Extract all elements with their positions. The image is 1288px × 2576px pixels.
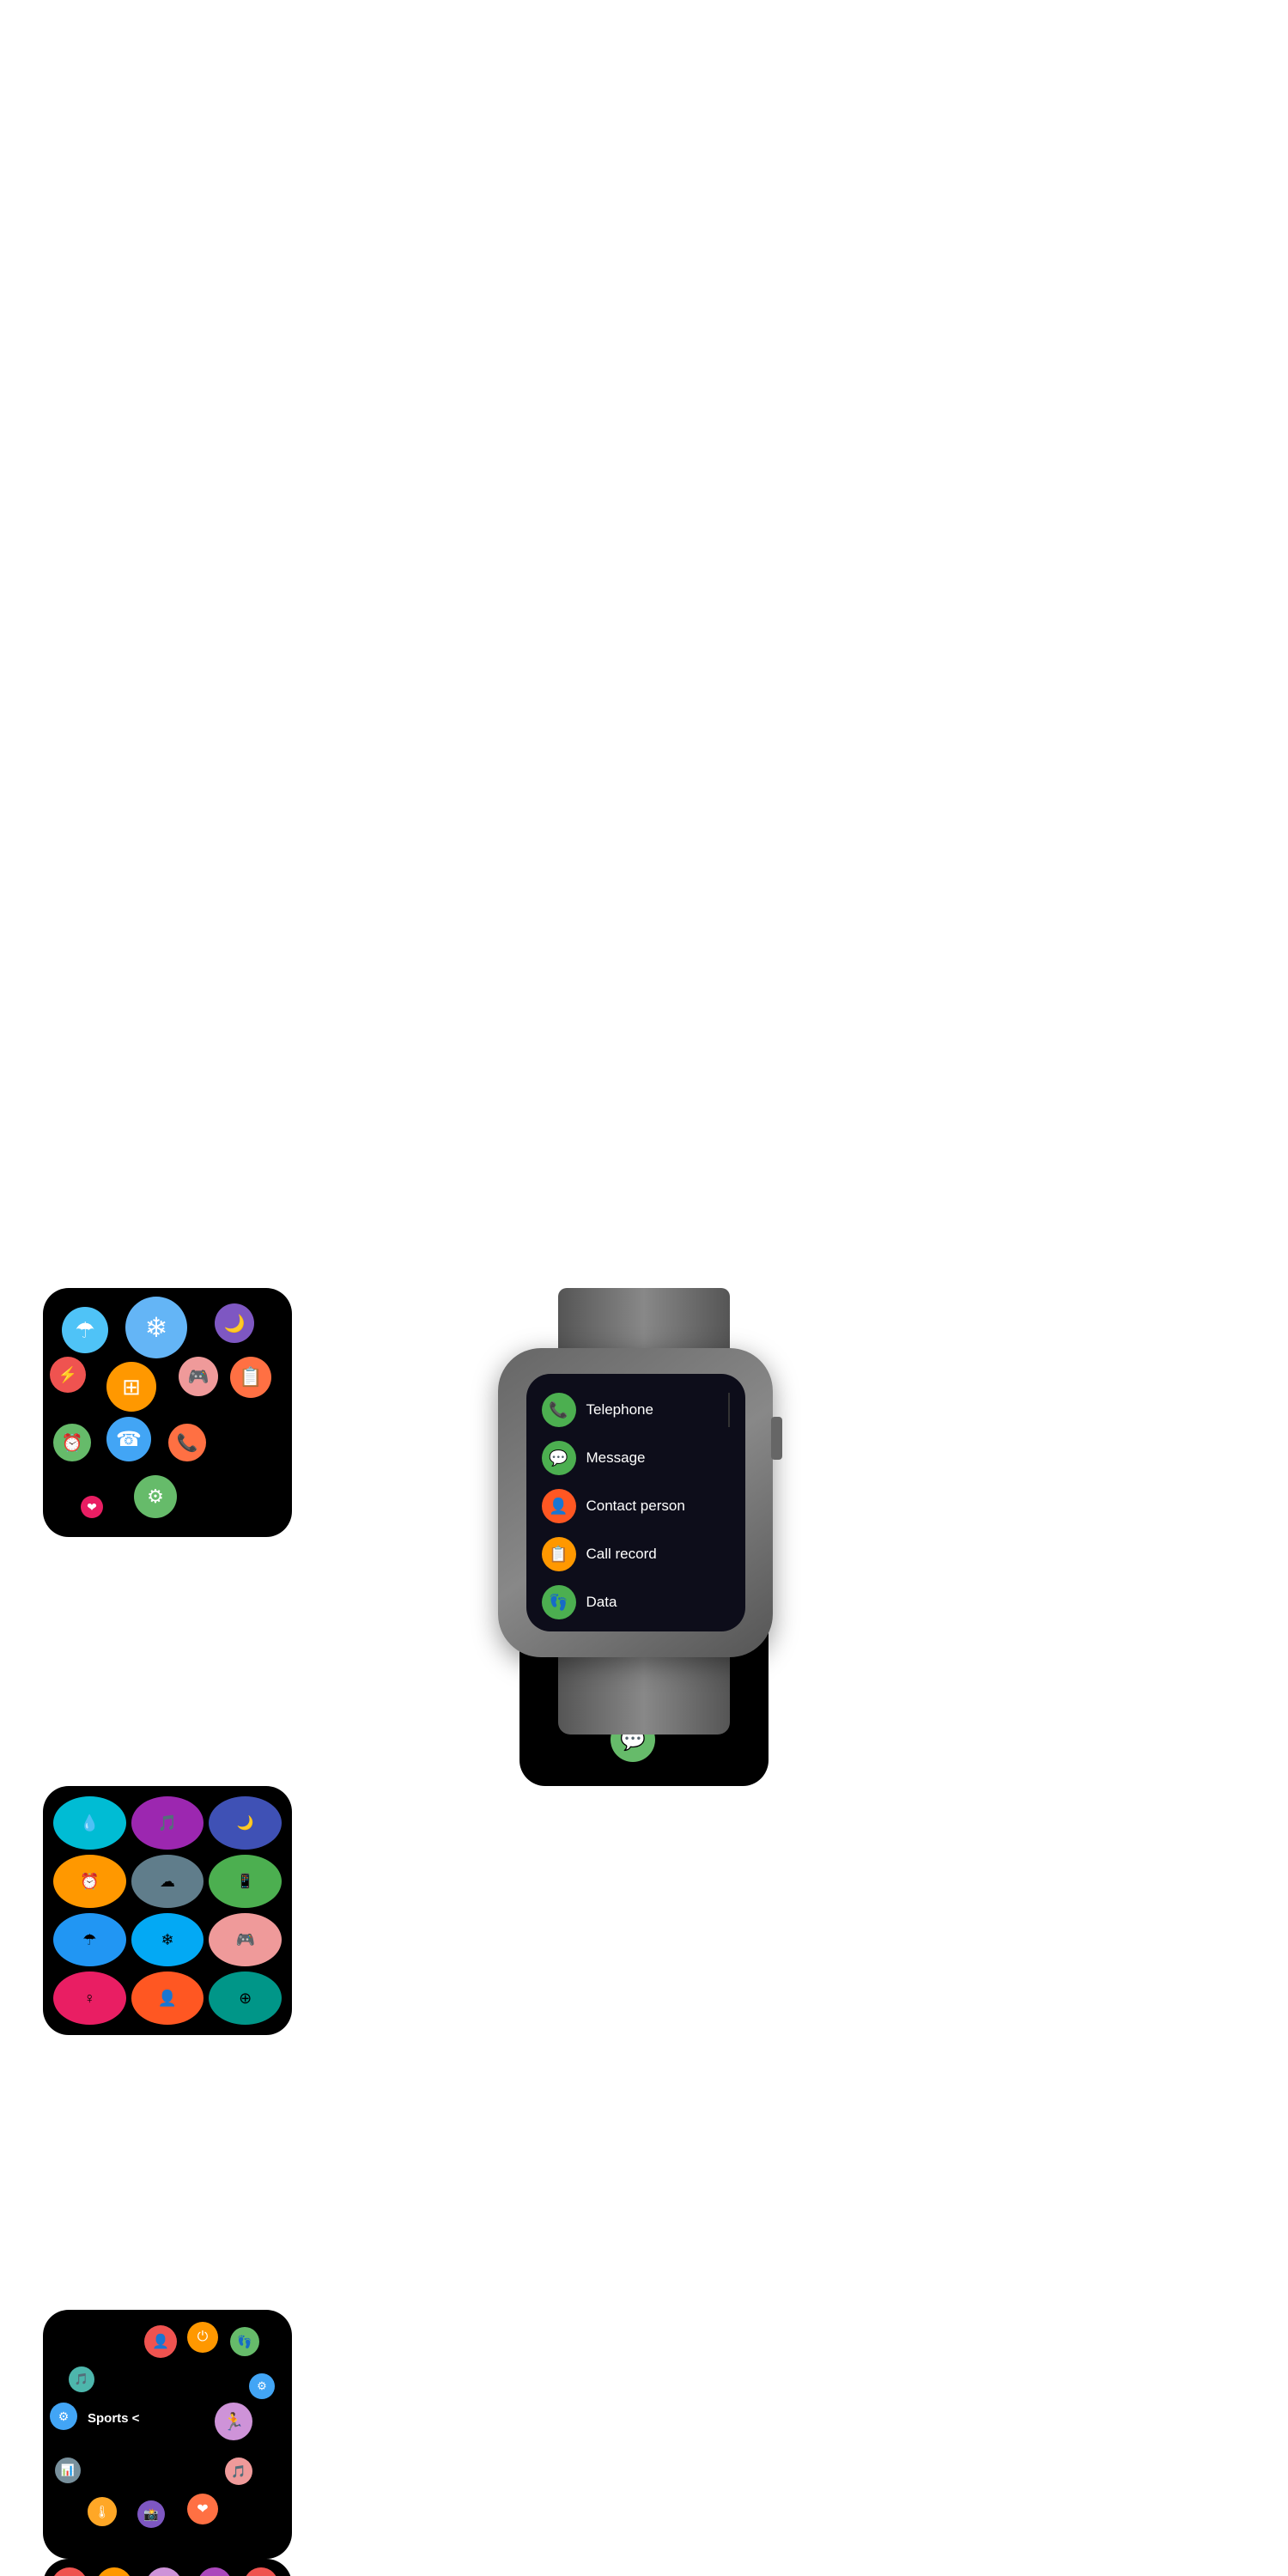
screen-mr: ⏻ ↺ 🤖 📌 🔴 ⏰ 🎵 👤 ☁ 📈 🏠 🏃 ↔ ↺ ⚙ 👤 📱 ↺ 👤 ⚙ … <box>43 2559 292 2576</box>
screen-ml: 👤 ⏻ 👣 ⚙ 🏃 🎵 ❤ 📸 🌡 📊 ⚙ 🎵 Sports < <box>43 2310 292 2559</box>
screen-tl: ☂ ❄ 🌙 ⚡ ⊞ 🎮 📋 ⏰ ☎ 📞 ⚙ ❤ <box>43 1288 292 1537</box>
main-layout: ☂ ❄ 🌙 ⚡ ⊞ 🎮 📋 ⏰ ☎ 📞 ⚙ ❤ 👣 🤖 ⊞ ☎ ❤ 🏠 👤 🏃 … <box>43 1288 1245 2301</box>
center-watch-wrapper: 📞 Telephone 💬 Message 👤 Contact person 📋 <box>498 1288 790 1735</box>
screen-tr: 💧 🎵 🌙 ⏰ ☁ 📱 ☂ ❄ 🎮 ♀ 👤 ⊕ <box>43 1786 292 2035</box>
main-watch-display: 📞 Telephone 💬 Message 👤 Contact person 📋 <box>526 1374 745 1631</box>
